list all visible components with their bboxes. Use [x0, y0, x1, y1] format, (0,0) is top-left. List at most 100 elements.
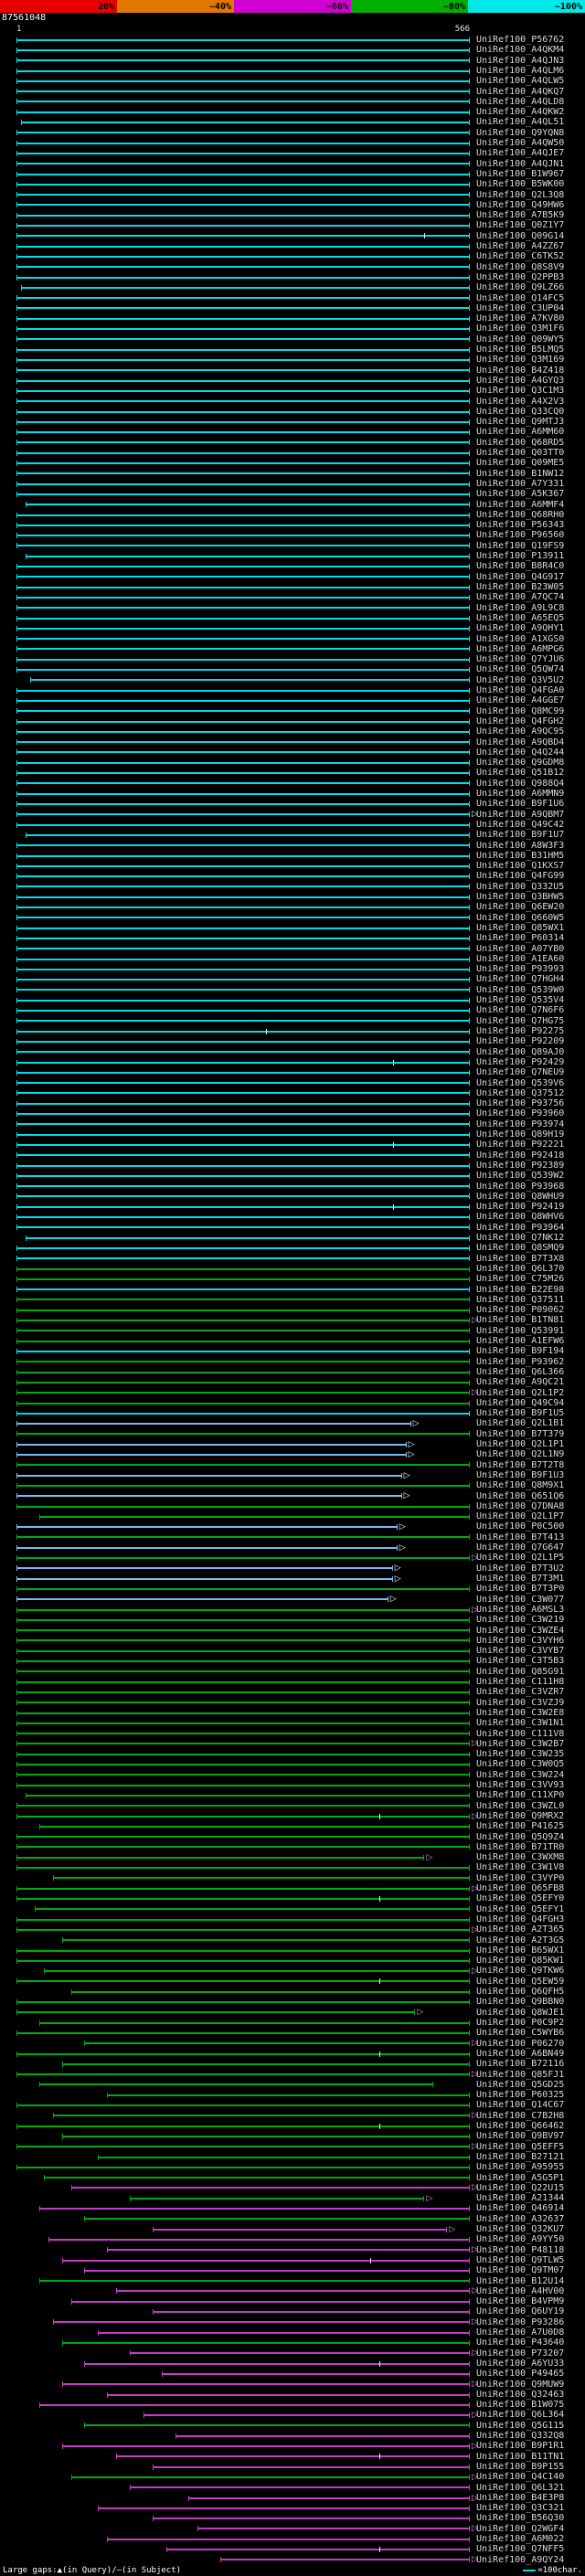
- hit-row[interactable]: UniRef100_B9F194: [0, 1346, 585, 1356]
- hit-row[interactable]: UniRef100_B7T2T8: [0, 1460, 585, 1470]
- hit-row[interactable]: UniRef100_B22E98: [0, 1285, 585, 1295]
- hit-accession[interactable]: UniRef100_Q37511: [476, 1295, 564, 1305]
- hit-row[interactable]: UniRef100_Q68RD5: [0, 438, 585, 448]
- hit-accession[interactable]: UniRef100_P41625: [476, 1821, 564, 1831]
- hit-row[interactable]: ▷ UniRef100_B7T3M1: [0, 1574, 585, 1584]
- hit-accession[interactable]: UniRef100_Q9MRX2: [476, 1811, 564, 1821]
- hit-accession[interactable]: UniRef100_Q7NEU9: [476, 1067, 564, 1077]
- hit-row[interactable]: UniRef100_P93756: [0, 1098, 585, 1108]
- hit-accession[interactable]: UniRef100_P09062: [476, 1305, 564, 1315]
- hit-row[interactable]: UniRef100_Q6L321: [0, 2483, 585, 2493]
- hit-row[interactable]: UniRef100_Q8WHU9: [0, 1192, 585, 1202]
- hit-row[interactable]: UniRef100_Q3C321: [0, 2503, 585, 2513]
- hit-accession[interactable]: UniRef100_Q4FGA0: [476, 685, 564, 695]
- hit-accession[interactable]: UniRef100_Q03TT0: [476, 448, 564, 458]
- hit-accession[interactable]: UniRef100_A6MSL3: [476, 1605, 564, 1615]
- hit-row[interactable]: UniRef100_P96560: [0, 530, 585, 540]
- hit-accession[interactable]: UniRef100_A7KV80: [476, 313, 564, 323]
- hit-row[interactable]: UniRef100_P92221: [0, 1140, 585, 1150]
- hit-accession[interactable]: UniRef100_A9QC95: [476, 726, 564, 737]
- hit-row[interactable]: UniRef100_A7QC74: [0, 592, 585, 602]
- hit-accession[interactable]: UniRef100_B9F1U3: [476, 1470, 564, 1480]
- hit-accession[interactable]: UniRef100_P48118: [476, 2245, 564, 2255]
- hit-accession[interactable]: UniRef100_B9P1R1: [476, 2441, 564, 2451]
- hit-accession[interactable]: UniRef100_B7T2T8: [476, 1460, 564, 1470]
- hit-row[interactable]: UniRef100_C3VYB7: [0, 1646, 585, 1656]
- hit-row[interactable]: UniRef100_C111H8: [0, 1677, 585, 1687]
- hit-row[interactable]: UniRef100_Q988Q4: [0, 779, 585, 789]
- hit-row[interactable]: UniRef100_A4GGE7: [0, 695, 585, 705]
- hit-row[interactable]: UniRef100_P56762: [0, 35, 585, 45]
- hit-row[interactable]: UniRef100_A9QHY1: [0, 623, 585, 633]
- hit-row[interactable]: UniRef100_P41625: [0, 1821, 585, 1831]
- hit-row[interactable]: UniRef100_C75M26: [0, 1274, 585, 1284]
- hit-accession[interactable]: UniRef100_Q8WHV6: [476, 1212, 564, 1222]
- hit-row[interactable]: UniRef100_Q660W5: [0, 913, 585, 923]
- hit-row[interactable]: UniRef100_Q3V5U2: [0, 675, 585, 685]
- hit-row[interactable]: UniRef100_A6M022: [0, 2534, 585, 2544]
- hit-accession[interactable]: UniRef100_C75M26: [476, 1274, 564, 1284]
- hit-row[interactable]: UniRef100_Q09ME5: [0, 458, 585, 468]
- hit-accession[interactable]: UniRef100_A95955: [476, 2162, 564, 2172]
- hit-row[interactable]: UniRef100_C3W235: [0, 1749, 585, 1759]
- hit-row[interactable]: UniRef100_Q535V4: [0, 995, 585, 1005]
- hit-row[interactable]: ▷ UniRef100_P93286: [0, 2317, 585, 2327]
- hit-accession[interactable]: UniRef100_B5LMQ5: [476, 345, 564, 355]
- hit-accession[interactable]: UniRef100_A4QJN1: [476, 159, 564, 169]
- hit-row[interactable]: ▷ UniRef100_B4E3P8: [0, 2493, 585, 2503]
- hit-row[interactable]: ▷ UniRef100_A4HV00: [0, 2286, 585, 2296]
- hit-accession[interactable]: UniRef100_P93993: [476, 964, 564, 974]
- hit-accession[interactable]: UniRef100_Q66462: [476, 2121, 564, 2131]
- hit-accession[interactable]: UniRef100_Q539W2: [476, 1171, 564, 1181]
- hit-accession[interactable]: UniRef100_P92209: [476, 1036, 564, 1046]
- hit-row[interactable]: UniRef100_Q2L1P7: [0, 1511, 585, 1521]
- hit-row[interactable]: UniRef100_Q09G14: [0, 231, 585, 241]
- hit-accession[interactable]: UniRef100_C7B2H8: [476, 2111, 564, 2121]
- hit-row[interactable]: UniRef100_Q68RH0: [0, 510, 585, 520]
- hit-accession[interactable]: UniRef100_A2T3G5: [476, 1935, 564, 1945]
- hit-accession[interactable]: UniRef100_Q3M1F6: [476, 323, 564, 334]
- hit-accession[interactable]: UniRef100_B4E3P8: [476, 2493, 564, 2503]
- hit-accession[interactable]: UniRef100_Q3C321: [476, 2503, 564, 2513]
- hit-row[interactable]: UniRef100_A4QJN3: [0, 56, 585, 66]
- hit-row[interactable]: UniRef100_C3VZR7: [0, 1687, 585, 1697]
- hit-accession[interactable]: UniRef100_Q9MUW9: [476, 2380, 564, 2390]
- hit-row[interactable]: UniRef100_P13911: [0, 551, 585, 561]
- hit-accession[interactable]: UniRef100_A4QL51: [476, 117, 564, 127]
- hit-accession[interactable]: UniRef100_A4QLD8: [476, 97, 564, 107]
- hit-accession[interactable]: UniRef100_Q49HW6: [476, 200, 564, 210]
- hit-row[interactable]: UniRef100_P92389: [0, 1161, 585, 1171]
- hit-row[interactable]: UniRef100_C3VYH6: [0, 1636, 585, 1646]
- hit-row[interactable]: UniRef100_Q6UY19: [0, 2306, 585, 2316]
- hit-row[interactable]: ▷ UniRef100_C3W2B7: [0, 1739, 585, 1749]
- hit-row[interactable]: UniRef100_Q8MC99: [0, 706, 585, 716]
- hit-row[interactable]: UniRef100_B7T3X8: [0, 1254, 585, 1264]
- hit-accession[interactable]: UniRef100_Q3C1M3: [476, 386, 564, 396]
- hit-accession[interactable]: UniRef100_B7T379: [476, 1429, 564, 1439]
- hit-row[interactable]: ▷ UniRef100_Q22U15: [0, 2183, 585, 2193]
- hit-row[interactable]: UniRef100_Q1KXS7: [0, 861, 585, 871]
- hit-accession[interactable]: UniRef100_Q539V6: [476, 1078, 564, 1088]
- hit-accession[interactable]: UniRef100_A4QLW5: [476, 76, 564, 86]
- hit-accession[interactable]: UniRef100_P93960: [476, 1108, 564, 1118]
- hit-accession[interactable]: UniRef100_B31HM5: [476, 851, 564, 861]
- hit-row[interactable]: UniRef100_Q49C94: [0, 1398, 585, 1408]
- hit-row[interactable]: ▷ UniRef100_Q32KU7: [0, 2224, 585, 2234]
- hit-row[interactable]: UniRef100_Q5G115: [0, 2421, 585, 2431]
- hit-row[interactable]: UniRef100_A9QC95: [0, 726, 585, 737]
- hit-accession[interactable]: UniRef100_P92418: [476, 1150, 564, 1161]
- hit-row[interactable]: UniRef100_Q49HW6: [0, 200, 585, 210]
- hit-row[interactable]: UniRef100_B12U14: [0, 2276, 585, 2286]
- hit-row[interactable]: UniRef100_Q7YJU6: [0, 654, 585, 664]
- hit-row[interactable]: ▷ UniRef100_Q2L1P2: [0, 1388, 585, 1398]
- hit-row[interactable]: UniRef100_B9P155: [0, 2462, 585, 2472]
- hit-row[interactable]: UniRef100_P93960: [0, 1108, 585, 1118]
- hit-row[interactable]: UniRef100_Q49C42: [0, 820, 585, 830]
- hit-row[interactable]: UniRef100_C3VYP0: [0, 1873, 585, 1883]
- hit-accession[interactable]: UniRef100_A9QBM7: [476, 810, 564, 820]
- hit-accession[interactable]: UniRef100_Q49C94: [476, 1398, 564, 1408]
- hit-accession[interactable]: UniRef100_A1XGS0: [476, 634, 564, 644]
- hit-accession[interactable]: UniRef100_Q0Z1Y7: [476, 220, 564, 230]
- hit-accession[interactable]: UniRef100_C5WYB6: [476, 2028, 564, 2038]
- hit-row[interactable]: UniRef100_Q53991: [0, 1326, 585, 1336]
